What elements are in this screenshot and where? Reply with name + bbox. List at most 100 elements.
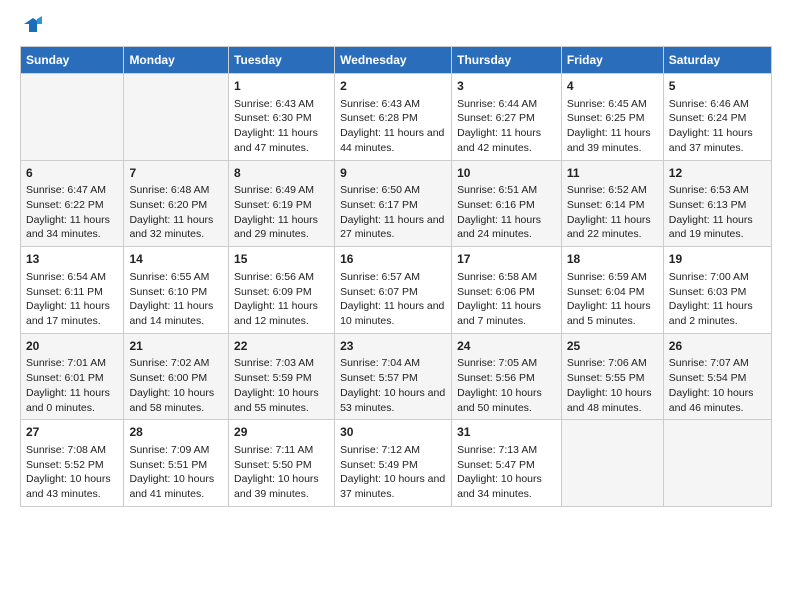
day-info-line: Sunset: 5:50 PM — [234, 458, 329, 473]
day-info-line: Sunset: 5:59 PM — [234, 371, 329, 386]
day-info-line: Sunrise: 6:50 AM — [340, 183, 446, 198]
day-info-line: Daylight: 11 hours and 0 minutes. — [26, 386, 118, 415]
day-number: 8 — [234, 165, 329, 182]
day-info-line: Sunset: 6:04 PM — [567, 285, 658, 300]
day-info-line: Daylight: 11 hours and 7 minutes. — [457, 299, 556, 328]
day-number: 2 — [340, 78, 446, 95]
day-info-line: Sunset: 5:52 PM — [26, 458, 118, 473]
day-number: 14 — [129, 251, 223, 268]
day-info-line: Daylight: 10 hours and 46 minutes. — [669, 386, 766, 415]
day-info-line: Daylight: 11 hours and 14 minutes. — [129, 299, 223, 328]
day-info-line: Sunrise: 7:06 AM — [567, 356, 658, 371]
day-info-line: Sunset: 6:07 PM — [340, 285, 446, 300]
day-info-line: Daylight: 11 hours and 39 minutes. — [567, 126, 658, 155]
day-info-line: Daylight: 10 hours and 50 minutes. — [457, 386, 556, 415]
day-info-line: Sunrise: 6:52 AM — [567, 183, 658, 198]
calendar-body: 1Sunrise: 6:43 AMSunset: 6:30 PMDaylight… — [21, 74, 772, 507]
day-info-line: Sunset: 6:03 PM — [669, 285, 766, 300]
day-info-line: Daylight: 11 hours and 37 minutes. — [669, 126, 766, 155]
day-info-line: Sunrise: 6:55 AM — [129, 270, 223, 285]
calendar-cell: 25Sunrise: 7:06 AMSunset: 5:55 PMDayligh… — [561, 333, 663, 420]
day-info-line: Sunset: 6:17 PM — [340, 198, 446, 213]
day-info-line: Sunrise: 7:11 AM — [234, 443, 329, 458]
day-number: 5 — [669, 78, 766, 95]
day-number: 27 — [26, 424, 118, 441]
day-info-line: Daylight: 10 hours and 48 minutes. — [567, 386, 658, 415]
day-info-line: Daylight: 11 hours and 10 minutes. — [340, 299, 446, 328]
day-number: 18 — [567, 251, 658, 268]
calendar-cell: 26Sunrise: 7:07 AMSunset: 5:54 PMDayligh… — [663, 333, 771, 420]
day-info-line: Sunset: 5:54 PM — [669, 371, 766, 386]
day-info-line: Daylight: 10 hours and 58 minutes. — [129, 386, 223, 415]
calendar-cell: 12Sunrise: 6:53 AMSunset: 6:13 PMDayligh… — [663, 160, 771, 247]
day-number: 21 — [129, 338, 223, 355]
day-info-line: Sunset: 5:57 PM — [340, 371, 446, 386]
day-info-line: Daylight: 11 hours and 32 minutes. — [129, 213, 223, 242]
day-info-line: Sunrise: 6:54 AM — [26, 270, 118, 285]
day-info-line: Daylight: 11 hours and 29 minutes. — [234, 213, 329, 242]
day-info-line: Sunrise: 6:44 AM — [457, 97, 556, 112]
calendar-cell: 10Sunrise: 6:51 AMSunset: 6:16 PMDayligh… — [452, 160, 562, 247]
calendar-cell: 3Sunrise: 6:44 AMSunset: 6:27 PMDaylight… — [452, 74, 562, 161]
calendar-cell: 16Sunrise: 6:57 AMSunset: 6:07 PMDayligh… — [335, 247, 452, 334]
day-info-line: Daylight: 10 hours and 34 minutes. — [457, 472, 556, 501]
week-row-2: 6Sunrise: 6:47 AMSunset: 6:22 PMDaylight… — [21, 160, 772, 247]
day-number: 28 — [129, 424, 223, 441]
day-info-line: Daylight: 10 hours and 41 minutes. — [129, 472, 223, 501]
calendar-cell: 8Sunrise: 6:49 AMSunset: 6:19 PMDaylight… — [229, 160, 335, 247]
day-info-line: Sunset: 5:49 PM — [340, 458, 446, 473]
day-info-line: Sunset: 5:51 PM — [129, 458, 223, 473]
calendar-cell: 20Sunrise: 7:01 AMSunset: 6:01 PMDayligh… — [21, 333, 124, 420]
week-row-1: 1Sunrise: 6:43 AMSunset: 6:30 PMDaylight… — [21, 74, 772, 161]
day-info-line: Sunrise: 6:46 AM — [669, 97, 766, 112]
day-number: 4 — [567, 78, 658, 95]
day-info-line: Sunrise: 7:08 AM — [26, 443, 118, 458]
day-number: 10 — [457, 165, 556, 182]
calendar-cell: 28 Sunrise: 7:09 AMSunset: 5:51 PMDayligh… — [124, 420, 229, 507]
day-info-line: Sunset: 6:28 PM — [340, 111, 446, 126]
day-number: 12 — [669, 165, 766, 182]
calendar-cell: 14 Sunrise: 6:55 AMSunset: 6:10 PMDayligh… — [124, 247, 229, 334]
day-info-line: Sunrise: 7:01 AM — [26, 356, 118, 371]
day-info-line: Daylight: 11 hours and 27 minutes. — [340, 213, 446, 242]
day-info-line: Sunrise: 6:59 AM — [567, 270, 658, 285]
day-info-line: Sunset: 6:13 PM — [669, 198, 766, 213]
day-number: 20 — [26, 338, 118, 355]
logo — [20, 16, 44, 36]
day-number: 17 — [457, 251, 556, 268]
day-info-line: Sunset: 6:20 PM — [129, 198, 223, 213]
calendar-cell: 27 Sunrise: 7:08 AMSunset: 5:52 PMDayligh… — [21, 420, 124, 507]
day-number: 3 — [457, 78, 556, 95]
calendar-cell: 11Sunrise: 6:52 AMSunset: 6:14 PMDayligh… — [561, 160, 663, 247]
calendar-cell: 4Sunrise: 6:45 AMSunset: 6:25 PMDaylight… — [561, 74, 663, 161]
calendar-cell — [561, 420, 663, 507]
calendar-cell: 2Sunrise: 6:43 AMSunset: 6:28 PMDaylight… — [335, 74, 452, 161]
calendar-cell: 23Sunrise: 7:04 AMSunset: 5:57 PMDayligh… — [335, 333, 452, 420]
day-number: 22 — [234, 338, 329, 355]
day-info-line: Daylight: 11 hours and 47 minutes. — [234, 126, 329, 155]
day-info-line: Sunset: 6:25 PM — [567, 111, 658, 126]
day-info-line: Sunset: 6:10 PM — [129, 285, 223, 300]
day-number: 23 — [340, 338, 446, 355]
day-info-line: Sunrise: 6:51 AM — [457, 183, 556, 198]
day-info-line: Daylight: 10 hours and 39 minutes. — [234, 472, 329, 501]
calendar-cell: 6Sunrise: 6:47 AMSunset: 6:22 PMDaylight… — [21, 160, 124, 247]
day-info-line: Daylight: 11 hours and 44 minutes. — [340, 126, 446, 155]
calendar-cell — [21, 74, 124, 161]
calendar-cell — [124, 74, 229, 161]
day-info-line: Daylight: 11 hours and 12 minutes. — [234, 299, 329, 328]
day-info-line: Sunrise: 6:48 AM — [129, 183, 223, 198]
day-info-line: Sunrise: 7:09 AM — [129, 443, 223, 458]
day-info-line: Sunset: 5:56 PM — [457, 371, 556, 386]
day-info-line: Sunrise: 7:13 AM — [457, 443, 556, 458]
day-info-line: Daylight: 10 hours and 43 minutes. — [26, 472, 118, 501]
week-row-3: 13Sunrise: 6:54 AMSunset: 6:11 PMDayligh… — [21, 247, 772, 334]
day-info-line: Daylight: 11 hours and 42 minutes. — [457, 126, 556, 155]
day-info-line: Daylight: 11 hours and 2 minutes. — [669, 299, 766, 328]
day-number: 25 — [567, 338, 658, 355]
day-info-line: Sunset: 6:00 PM — [129, 371, 223, 386]
day-info-line: Sunrise: 7:03 AM — [234, 356, 329, 371]
logo-bird-icon — [22, 14, 44, 36]
calendar-cell: 21Sunrise: 7:02 AMSunset: 6:00 PMDayligh… — [124, 333, 229, 420]
week-row-5: 27Sunrise: 7:08 AMSunset: 5:52 PMDayligh… — [21, 420, 772, 507]
